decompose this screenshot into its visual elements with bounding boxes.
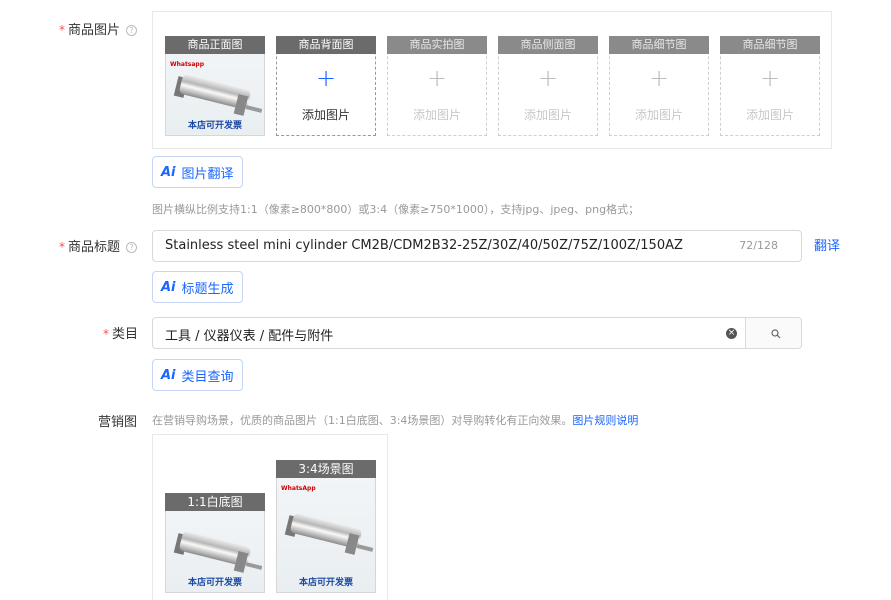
slot-title: 商品侧面图 [498, 36, 598, 54]
ai-icon: Ai [161, 367, 176, 383]
marketing-images-panel: 1:1白底图 本店可开发票 3:4场景图 WhatsApp 本店可开发票 [152, 434, 388, 600]
photo-watermark: 本店可开发票 [187, 121, 242, 131]
plus-icon: + [648, 64, 670, 92]
image-translate-button[interactable]: Ai 图片翻译 [152, 156, 243, 188]
category-input[interactable]: 工具 / 仪器仪表 / 配件与附件 × [152, 317, 746, 349]
category-search-button[interactable] [745, 317, 802, 349]
image-slot-detail-1[interactable]: 商品细节图 + 添加图片 [609, 36, 709, 136]
add-image-label: 添加图片 [412, 108, 461, 122]
help-icon[interactable]: ? [126, 242, 138, 253]
add-image-label: 添加图片 [634, 108, 683, 122]
image-rule-link[interactable]: 图片规则说明 [572, 414, 638, 427]
title-input[interactable]: Stainless steel mini cylinder CM2B/CDM2B… [152, 230, 802, 262]
category-value[interactable]: 工具 / 仪器仪表 / 配件与附件 [165, 325, 333, 344]
slot-title: 商品实拍图 [387, 36, 487, 54]
product-images-panel: 商品正面图 Whatsapp 本店可开发票 商品背面图 + 添加图片 商品实拍图… [152, 11, 832, 149]
slot-title: 3:4场景图 [276, 460, 376, 478]
photo-brand-mark: WhatsApp [281, 485, 316, 492]
slot-title: 商品背面图 [276, 36, 376, 54]
image-slot-side[interactable]: 商品侧面图 + 添加图片 [498, 36, 598, 136]
ai-icon: Ai [161, 279, 176, 295]
marketing-slot-white[interactable]: 1:1白底图 本店可开发票 [165, 493, 265, 593]
slot-title: 1:1白底图 [165, 493, 265, 511]
product-images-label: * 商品图片? [59, 19, 138, 38]
slot-title: 商品正面图 [165, 36, 265, 54]
title-generate-button[interactable]: Ai 标题生成 [152, 271, 243, 303]
required-mark: * [59, 23, 65, 37]
plus-icon: + [315, 64, 337, 92]
add-image-label: 添加图片 [301, 108, 350, 122]
clear-icon[interactable]: × [726, 328, 737, 339]
title-value[interactable]: Stainless steel mini cylinder CM2B/CDM2B… [165, 238, 683, 253]
image-hint: 图片横纵比例支持1:1（像素≥800*800）或3:4（像素≥750*1000）… [152, 203, 640, 216]
plus-icon: + [759, 64, 781, 92]
category-label: * 类目 [103, 327, 139, 342]
image-slot-real[interactable]: 商品实拍图 + 添加图片 [387, 36, 487, 136]
marketing-slot-scene[interactable]: 3:4场景图 WhatsApp 本店可开发票 [276, 460, 376, 593]
translate-link[interactable]: 翻译 [814, 235, 840, 254]
add-image-label: 添加图片 [745, 108, 794, 122]
image-slot-detail-2[interactable]: 商品细节图 + 添加图片 [720, 36, 820, 136]
title-label: * 商品标题? [59, 236, 138, 255]
category-query-button[interactable]: Ai 类目查询 [152, 359, 243, 391]
required-mark: * [59, 240, 65, 254]
add-image-label: 添加图片 [523, 108, 572, 122]
required-mark: * [103, 327, 109, 341]
plus-icon: + [537, 64, 559, 92]
image-slot-front[interactable]: 商品正面图 Whatsapp 本店可开发票 [165, 36, 265, 136]
marketing-hint: 在营销导购场景，优质的商品图片（1:1白底图、3:4场景图）对导购转化有正向效果… [152, 414, 639, 427]
image-slot-back[interactable]: 商品背面图 + 添加图片 [276, 36, 376, 136]
photo-brand-mark: Whatsapp [170, 61, 205, 68]
photo-watermark: 本店可开发票 [187, 578, 242, 588]
title-char-count: 72/128 [739, 239, 778, 252]
slot-title: 商品细节图 [609, 36, 709, 54]
ai-icon: Ai [161, 164, 176, 180]
photo-watermark: 本店可开发票 [298, 578, 353, 588]
marketing-label: 营销图 [98, 415, 138, 430]
marketing-photo[interactable]: WhatsApp 本店可开发票 [276, 460, 376, 593]
search-icon [771, 329, 781, 339]
plus-icon: + [426, 64, 448, 92]
slot-title: 商品细节图 [720, 36, 820, 54]
help-icon[interactable]: ? [126, 25, 138, 36]
